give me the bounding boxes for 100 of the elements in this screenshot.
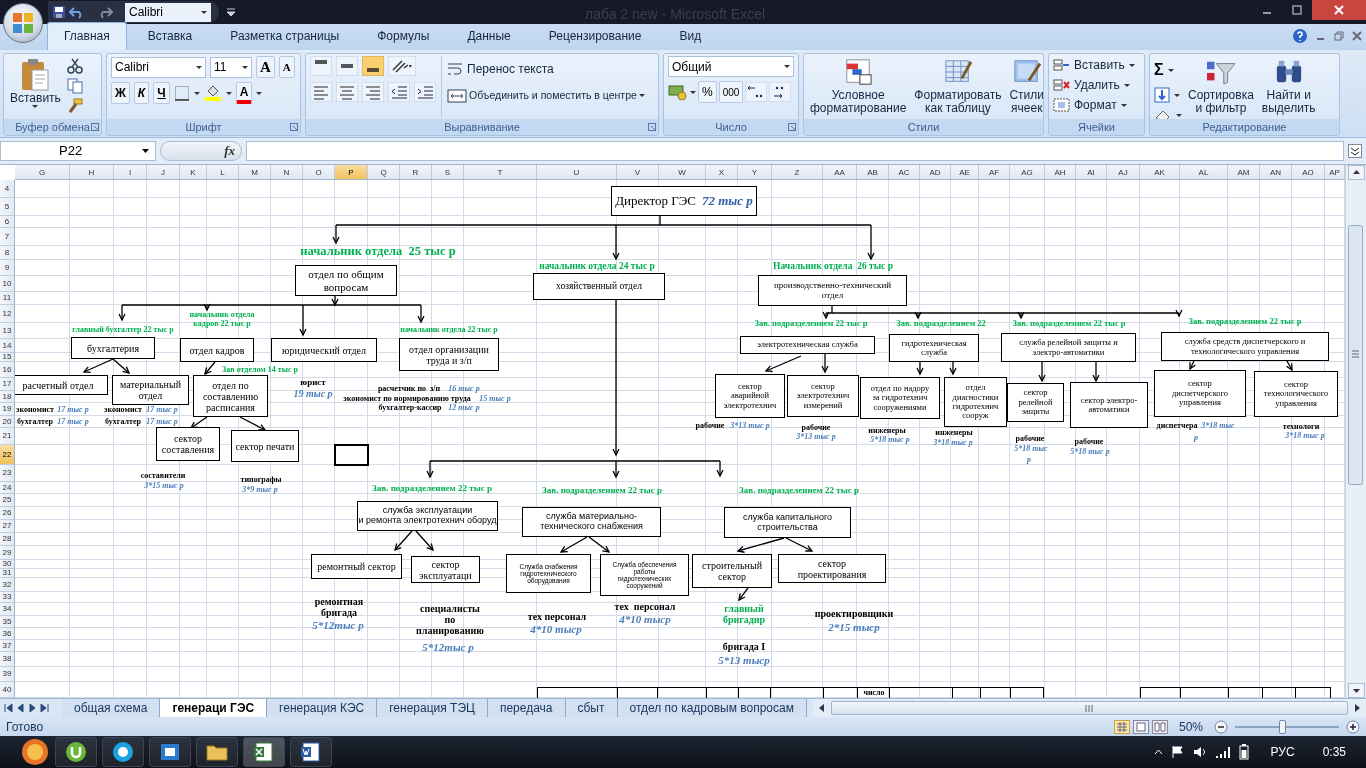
caret-icon[interactable] [242, 65, 248, 69]
sheet-tab[interactable]: генераци ГЭС [160, 699, 268, 717]
column-header[interactable]: Y [738, 165, 772, 179]
column-header[interactable]: AO [1292, 165, 1325, 179]
row-header[interactable]: 9 [0, 260, 14, 276]
increase-indent-icon[interactable] [414, 82, 436, 102]
column-header[interactable]: AE [951, 165, 979, 179]
paste-button[interactable]: Вставить [8, 56, 63, 117]
row-header[interactable]: 31 [0, 569, 14, 578]
caret-icon[interactable] [690, 90, 696, 94]
shrink-font-button[interactable]: A [278, 56, 295, 78]
align-top-icon[interactable] [310, 56, 332, 76]
wrap-text-button[interactable]: Перенос текста [447, 60, 645, 78]
insert-function-button[interactable]: fx [160, 141, 242, 161]
fill-down-icon[interactable] [1154, 87, 1170, 103]
column-header[interactable]: AC [889, 165, 920, 179]
speaker-icon[interactable] [1192, 745, 1207, 759]
font-color-button[interactable]: A [235, 82, 253, 104]
styles-button[interactable]: Форматировать как таблицу [912, 56, 1004, 117]
dialog-launcher-icon[interactable] [648, 123, 656, 131]
row-header[interactable]: 16 [0, 362, 14, 378]
row-header[interactable]: 17 [0, 378, 14, 391]
caret-icon[interactable] [1120, 103, 1127, 107]
dialog-launcher-icon[interactable] [290, 123, 298, 131]
grow-font-button[interactable]: A [256, 56, 275, 78]
language-indicator[interactable]: РУС [1270, 743, 1295, 761]
column-header[interactable]: AI [1076, 165, 1107, 179]
zoom-in-icon[interactable] [1346, 719, 1360, 734]
styles-button[interactable]: Условное форматирование [808, 56, 909, 117]
font-size-field[interactable]: 11 [210, 56, 252, 78]
help-icon[interactable] [1292, 28, 1308, 44]
sheet-tab[interactable]: генерация КЭС [267, 699, 378, 717]
font-field[interactable]: Calibri [125, 2, 211, 22]
align-center-icon[interactable] [336, 82, 358, 102]
row-header[interactable]: 25 [0, 494, 14, 507]
column-header[interactable]: AK [1140, 165, 1180, 179]
caret-icon[interactable] [1174, 93, 1180, 97]
sum-button[interactable]: Σ [1154, 58, 1164, 82]
caret-icon[interactable] [225, 91, 232, 95]
next-sheet-icon[interactable] [28, 703, 37, 713]
scissors-icon[interactable] [66, 58, 83, 74]
column-header[interactable]: Z [772, 165, 823, 179]
circle-app-icon[interactable] [65, 741, 87, 763]
row-header[interactable]: 23 [0, 465, 14, 482]
dialog-launcher-icon[interactable] [788, 123, 796, 131]
column-header[interactable]: R [400, 165, 432, 179]
name-box[interactable]: P22 [0, 141, 156, 161]
align-middle-icon[interactable] [336, 56, 358, 76]
zoom-out-icon[interactable] [1214, 719, 1228, 734]
caret-icon[interactable] [256, 91, 263, 95]
row-header[interactable]: 11 [0, 292, 14, 305]
bold-button[interactable]: Ж [111, 82, 130, 104]
page-layout-icon[interactable] [1132, 719, 1149, 734]
office-button[interactable] [3, 3, 43, 43]
scroll-up-icon[interactable] [1347, 165, 1365, 180]
column-header[interactable]: P [335, 165, 368, 179]
column-header[interactable]: AN [1260, 165, 1292, 179]
font-name-field[interactable]: Calibri [111, 56, 206, 78]
row-header[interactable]: 27 [0, 520, 14, 533]
fill-color-icon[interactable] [203, 85, 222, 101]
caret-icon[interactable] [201, 10, 207, 14]
row-header[interactable]: 13 [0, 323, 14, 339]
brush-icon[interactable] [66, 98, 83, 114]
row-header[interactable]: 38 [0, 652, 14, 667]
row-header[interactable]: 10 [0, 276, 14, 292]
flag-icon[interactable] [1170, 745, 1185, 759]
normal-view-icon[interactable] [1113, 719, 1130, 734]
sheet-tab[interactable]: общая схема [62, 699, 161, 717]
thousands-button[interactable]: 000 [718, 81, 744, 103]
customize-icon[interactable] [227, 8, 235, 16]
column-header[interactable]: AL [1180, 165, 1228, 179]
column-header[interactable]: N [271, 165, 303, 179]
row-header[interactable]: 35 [0, 616, 14, 628]
number-format-field[interactable]: Общий [668, 56, 794, 77]
row-header[interactable]: 4 [0, 180, 14, 198]
caret-icon[interactable] [196, 65, 202, 69]
chevron-up-icon[interactable] [1153, 749, 1163, 755]
selected-cell[interactable] [334, 444, 369, 466]
cloud-app-icon[interactable] [112, 741, 134, 763]
row-header[interactable]: 20 [0, 416, 14, 428]
column-header[interactable]: AH [1045, 165, 1076, 179]
save-icon[interactable] [52, 5, 66, 19]
row-header[interactable]: 7 [0, 228, 14, 246]
ribbon-tab[interactable]: Формулы [360, 22, 447, 50]
decrease-decimal-icon[interactable] [769, 82, 792, 102]
editing-button[interactable]: Найти и выделить [1259, 56, 1318, 117]
column-header[interactable]: Q [368, 165, 400, 179]
previous-sheet-icon[interactable] [16, 703, 25, 713]
row-header[interactable]: 18 [0, 391, 14, 403]
caret-icon[interactable] [1176, 113, 1182, 117]
signal-icon[interactable] [1214, 745, 1231, 759]
row-header[interactable]: 32 [0, 578, 14, 592]
column-header[interactable]: X [706, 165, 738, 179]
zoom-slider-thumb[interactable] [1278, 719, 1286, 734]
row-header[interactable]: 39 [0, 667, 14, 682]
underline-button[interactable]: Ч [153, 82, 170, 104]
column-header[interactable]: G [15, 165, 70, 179]
styles-button[interactable]: Стили ячеек [1007, 56, 1043, 117]
column-header[interactable]: AA [823, 165, 857, 179]
row-header[interactable]: 12 [0, 305, 14, 323]
